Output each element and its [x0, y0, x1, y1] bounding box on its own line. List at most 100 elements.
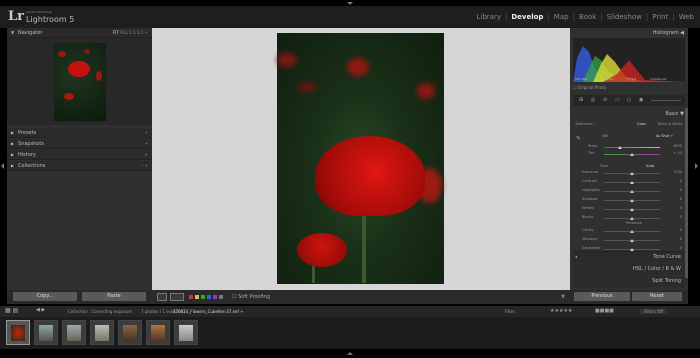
- filters-select[interactable]: Filters Off: [640, 309, 668, 314]
- histogram-graph: [573, 46, 685, 82]
- filmstrip-thumb[interactable]: [62, 320, 86, 345]
- right-panel-scrollbar[interactable]: [685, 108, 688, 278]
- filmstrip-thumb[interactable]: [146, 320, 170, 345]
- adjustment-brush-icon[interactable]: ◉: [639, 97, 643, 103]
- before-after-icon[interactable]: [170, 293, 184, 301]
- module-book[interactable]: Book: [577, 13, 598, 21]
- wb-picker-icon[interactable]: ✎: [576, 135, 581, 142]
- tone-knob[interactable]: [630, 217, 634, 220]
- history-header[interactable]: ▶ History ×: [7, 150, 152, 160]
- clear-history-icon[interactable]: ×: [145, 150, 148, 160]
- presets-header[interactable]: ▶ Presets +: [7, 128, 152, 138]
- module-map[interactable]: Map: [552, 13, 571, 21]
- temp-value[interactable]: 4850: [664, 144, 682, 148]
- develop-toolbar: ☐ Soft Proofing ▼: [152, 290, 570, 304]
- reset-button[interactable]: Reset: [632, 292, 682, 301]
- treatment-color-option[interactable]: Color: [637, 122, 646, 126]
- top-panel-toggle-icon[interactable]: [347, 2, 353, 5]
- navigator-header[interactable]: ▼ Navigator FIT FILL 1:1 3:1 ÷: [7, 28, 152, 38]
- filter-label: Filter :: [505, 309, 518, 314]
- filmstrip-thumb[interactable]: [118, 320, 142, 345]
- module-library[interactable]: Library: [475, 13, 503, 21]
- navigator-thumbnail[interactable]: [54, 43, 106, 121]
- flag-gray-icon[interactable]: [219, 295, 223, 299]
- tone-curve-title: Tone Curve: [653, 254, 681, 260]
- presence-knob[interactable]: [630, 239, 634, 242]
- flag-red-icon[interactable]: [189, 295, 193, 299]
- tone-value[interactable]: 0: [664, 179, 682, 183]
- filmstrip-thumb[interactable]: [90, 320, 114, 345]
- tone-value[interactable]: 0: [664, 206, 682, 210]
- flag-blue-icon[interactable]: [207, 295, 211, 299]
- right-panel-toggle-icon[interactable]: [695, 163, 698, 169]
- original-photo-checkbox[interactable]: ☐ Original Photo: [573, 85, 606, 90]
- tone-curve-header[interactable]: ◂ Tone Curve: [573, 252, 685, 263]
- basic-title[interactable]: Basic ▼: [665, 111, 684, 117]
- graduated-filter-icon[interactable]: ▭: [615, 97, 620, 103]
- hsl-header[interactable]: HSL / Color / B & W: [573, 264, 685, 275]
- tint-knob[interactable]: [630, 153, 634, 156]
- temp-knob[interactable]: [618, 146, 622, 149]
- radial-filter-icon[interactable]: ○: [627, 97, 631, 103]
- filmstrip-thumb[interactable]: [174, 320, 198, 345]
- module-web[interactable]: Web: [677, 13, 696, 21]
- presence-value[interactable]: 0: [664, 246, 682, 250]
- navigator-zoom-options[interactable]: FIT FILL 1:1 3:1 ÷: [113, 28, 148, 38]
- rating-filter-icon[interactable]: ★★★★★: [550, 308, 572, 314]
- collection-name[interactable]: Collection : Correcting exposure: [68, 309, 132, 314]
- copy-button[interactable]: Copy...: [13, 292, 77, 301]
- add-preset-icon[interactable]: +: [145, 128, 148, 138]
- panel-switch-icon[interactable]: ◂: [575, 254, 577, 259]
- color-filter-icon[interactable]: ■■■■: [595, 308, 614, 314]
- tone-knob[interactable]: [630, 190, 634, 193]
- filename[interactable]: 170414_Flowers_Cubelles-37.nef ÷: [173, 309, 244, 314]
- loupe-view-icon[interactable]: [157, 293, 167, 301]
- bottom-panel-toggle-icon[interactable]: [347, 352, 353, 355]
- red-eye-icon[interactable]: ⊙: [603, 97, 607, 103]
- soft-proofing-checkbox[interactable]: ☐ Soft Proofing: [232, 294, 270, 300]
- tone-value[interactable]: 0: [664, 188, 682, 192]
- spot-removal-icon[interactable]: ◎: [591, 97, 595, 103]
- tool-slider[interactable]: [651, 100, 681, 101]
- header: Lr Adobe Photoshop Lightroom 5 Library | …: [0, 6, 700, 28]
- tint-value[interactable]: + 14: [664, 151, 683, 155]
- nav-arrows-icon[interactable]: ◀ ▶: [36, 307, 45, 313]
- tone-knob[interactable]: [630, 172, 634, 175]
- tone-value[interactable]: 0: [664, 197, 682, 201]
- flag-green-icon[interactable]: [201, 295, 205, 299]
- tone-value[interactable]: 0.00: [664, 170, 682, 174]
- collections-header[interactable]: ▶ Collections − +: [7, 161, 152, 171]
- histogram-title[interactable]: Histogram ◀: [653, 30, 684, 36]
- toolbar-menu-icon[interactable]: ▼: [561, 294, 565, 300]
- tone-knob[interactable]: [630, 199, 634, 202]
- tone-knob[interactable]: [630, 208, 634, 211]
- main-photo[interactable]: [277, 33, 444, 284]
- previous-button[interactable]: Previous: [574, 292, 630, 301]
- grid-view-icon[interactable]: ▦ ▤: [5, 307, 18, 314]
- presence-value[interactable]: 0: [664, 228, 682, 232]
- add-snapshot-icon[interactable]: +: [145, 139, 148, 149]
- tone-knob[interactable]: [630, 181, 634, 184]
- left-panel-toggle-icon[interactable]: [1, 163, 4, 169]
- tone-value[interactable]: 0: [664, 215, 682, 219]
- left-panel: ▼ Navigator FIT FILL 1:1 3:1 ÷ ▶ Presets +…: [7, 28, 152, 290]
- tone-auto-button[interactable]: Auto: [646, 164, 654, 168]
- expand-right-icon: ▶: [11, 152, 15, 157]
- flag-purple-icon[interactable]: [213, 295, 217, 299]
- wb-select[interactable]: As Shot ÷: [656, 134, 673, 138]
- filmstrip-thumb[interactable]: [34, 320, 58, 345]
- temp-slider[interactable]: [604, 147, 660, 148]
- snapshots-header[interactable]: ▶ Snapshots +: [7, 139, 152, 149]
- module-develop[interactable]: Develop: [509, 13, 545, 21]
- add-collection-icon[interactable]: − +: [140, 161, 148, 171]
- flag-yellow-icon[interactable]: [195, 295, 199, 299]
- presence-knob[interactable]: [630, 230, 634, 233]
- paste-button[interactable]: Paste: [82, 292, 146, 301]
- filmstrip-thumb[interactable]: [6, 320, 30, 345]
- treatment-bw-option[interactable]: Black & White: [658, 122, 683, 126]
- crop-tool-icon[interactable]: ⊞: [579, 97, 583, 103]
- split-toning-header[interactable]: Split Toning: [573, 276, 685, 287]
- module-slideshow[interactable]: Slideshow: [605, 13, 644, 21]
- module-print[interactable]: Print: [650, 13, 670, 21]
- presence-value[interactable]: 0: [664, 237, 682, 241]
